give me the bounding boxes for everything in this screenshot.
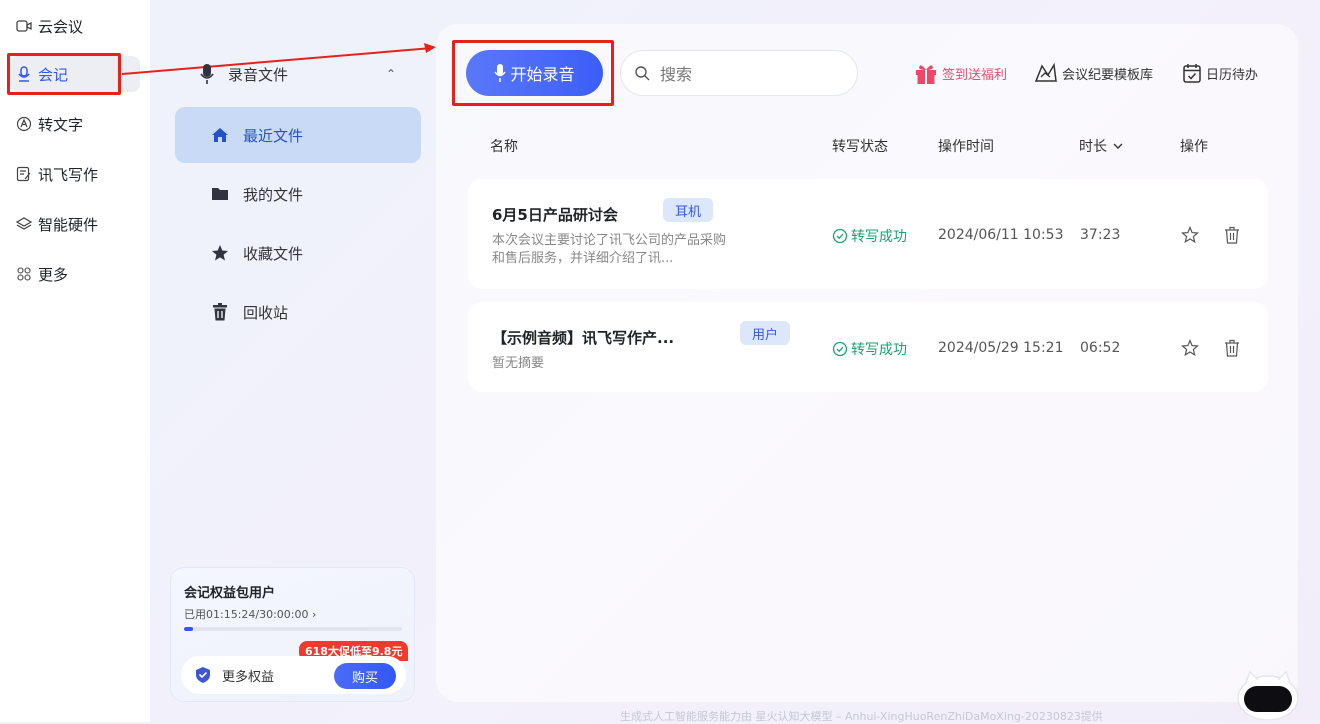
search-icon — [635, 65, 650, 80]
rail-item-more[interactable]: 更多 — [10, 256, 140, 292]
more-benefits-label: 更多权益 — [222, 670, 275, 685]
annotation-highlight-huiji — [7, 53, 121, 95]
signin-reward-label: 签到送福利 — [942, 67, 1008, 83]
usage-text[interactable]: 已用01:15:24/30:00:00 › — [184, 606, 316, 622]
mic-icon — [200, 64, 214, 84]
transcribe-status-label: 转写成功 — [851, 229, 907, 245]
calendar-todo-link[interactable]: 日历待办 — [1182, 62, 1258, 84]
table-row[interactable]: 6月5日产品研讨会 耳机 本次会议主要讨论了讯飞公司的产品采购和售后服务，并详细… — [468, 179, 1268, 289]
write-icon — [16, 166, 32, 182]
file-title: 6月5日产品研讨会 — [492, 206, 618, 224]
buy-button[interactable]: 购买 — [334, 663, 396, 689]
rail-item-label: 讯飞写作 — [38, 165, 99, 184]
home-icon — [211, 126, 229, 144]
annotation-highlight-record — [452, 40, 614, 106]
nav-item-label: 回收站 — [243, 303, 289, 322]
calendar-todo-label: 日历待办 — [1206, 67, 1259, 83]
column-header-status: 转写状态 — [832, 139, 888, 155]
nav-item-my-files[interactable]: 我的文件 — [175, 166, 421, 222]
folder-icon — [211, 185, 229, 203]
column-header-duration[interactable]: 时长 — [1079, 136, 1123, 156]
text-icon — [16, 116, 32, 132]
hardware-icon — [16, 216, 32, 232]
membership-title: 会记权益包用户 — [184, 586, 276, 601]
column-header-name: 名称 — [490, 139, 518, 155]
rail-item-hardware[interactable]: 智能硬件 — [10, 206, 140, 242]
rail-item-transcribe[interactable]: 转文字 — [10, 106, 140, 142]
transcribe-status: 转写成功 — [832, 339, 907, 359]
check-circle-icon — [832, 228, 848, 244]
gift-icon — [916, 65, 936, 84]
trash-icon — [211, 303, 229, 321]
search-input[interactable]: 搜索 — [620, 50, 858, 96]
file-summary: 本次会议主要讨论了讯飞公司的产品采购和售后服务，并详细介绍了讯... — [492, 233, 727, 266]
favorite-star-icon[interactable] — [1181, 339, 1199, 357]
rail-item-cloud-meeting[interactable]: 云会议 — [10, 8, 140, 44]
signin-reward-link[interactable]: 签到送福利 — [914, 62, 1007, 84]
source-badge: 耳机 — [663, 198, 714, 222]
assistant-mascot-icon[interactable] — [1232, 668, 1300, 720]
transcribe-status: 转写成功 — [832, 226, 907, 246]
file-title: 【示例音频】讯飞写作产... — [492, 329, 675, 347]
file-summary: 暂无摘要 — [492, 356, 545, 371]
calendar-icon — [1183, 64, 1201, 83]
nav-item-trash[interactable]: 回收站 — [175, 284, 421, 340]
shield-icon — [196, 667, 210, 683]
table-row[interactable]: 【示例音频】讯飞写作产... 用户 暂无摘要 转写成功 2024/05/29 1… — [468, 302, 1268, 392]
favorite-star-icon[interactable] — [1181, 226, 1199, 244]
operation-time: 2024/06/11 10:53 — [938, 227, 1064, 243]
nav-item-label: 我的文件 — [243, 185, 304, 204]
column-header-time: 操作时间 — [938, 139, 994, 155]
left-rail: 云会议 会记 转文字 讯飞写作 智能硬件 更多 — [0, 0, 150, 722]
grid-icon — [16, 266, 32, 282]
video-icon — [16, 18, 32, 34]
template-library-link[interactable]: 会议纪要模板库 — [1034, 62, 1153, 84]
nav-item-label: 最近文件 — [243, 126, 304, 145]
rail-item-label: 智能硬件 — [38, 215, 99, 234]
rail-item-label: 转文字 — [38, 115, 84, 134]
operation-time: 2024/05/29 15:21 — [938, 340, 1064, 356]
check-circle-icon — [832, 341, 848, 357]
membership-card: 会记权益包用户 已用01:15:24/30:00:00 › 618大促低至9.8… — [170, 567, 415, 702]
template-icon — [1034, 63, 1057, 82]
delete-trash-icon[interactable] — [1224, 339, 1240, 357]
transcribe-status-label: 转写成功 — [851, 342, 907, 358]
usage-progress-fill — [184, 627, 194, 631]
nav-item-recent[interactable]: 最近文件 — [175, 107, 421, 163]
source-badge: 用户 — [740, 321, 791, 345]
delete-trash-icon[interactable] — [1224, 226, 1240, 244]
star-icon — [211, 244, 229, 262]
usage-progress-bar — [184, 627, 402, 631]
duration: 37:23 — [1080, 227, 1121, 243]
rail-item-label: 云会议 — [38, 17, 84, 36]
duration: 06:52 — [1080, 340, 1121, 356]
nav-item-favorites[interactable]: 收藏文件 — [175, 225, 421, 281]
chevron-down-icon — [1113, 143, 1123, 149]
column-header-actions: 操作 — [1180, 139, 1208, 155]
rail-item-label: 更多 — [38, 265, 69, 284]
more-benefits-row[interactable]: 更多权益 购买 — [181, 656, 406, 694]
chevron-up-icon: ⌃ — [386, 67, 397, 81]
template-library-label: 会议纪要模板库 — [1062, 67, 1154, 83]
nav-item-label: 收藏文件 — [243, 244, 304, 263]
column-header-duration-label: 时长 — [1079, 139, 1107, 155]
rail-item-writing[interactable]: 讯飞写作 — [10, 156, 140, 192]
recordings-section-header[interactable]: 录音文件 ⌃ — [200, 60, 420, 88]
section-title: 录音文件 — [228, 65, 289, 84]
search-placeholder: 搜索 — [660, 65, 693, 84]
